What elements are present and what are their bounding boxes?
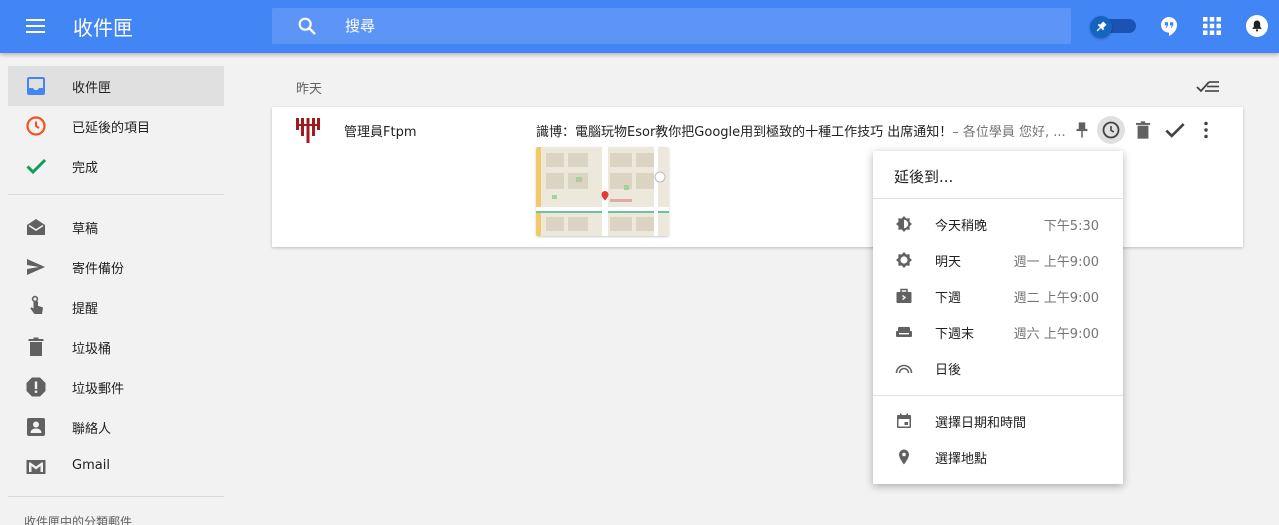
option-label: 下週末 — [935, 327, 975, 342]
tomorrow-sun-icon — [896, 252, 912, 268]
main-menu-button[interactable] — [22, 14, 50, 38]
sidebar-item-reminders[interactable]: 提醒 — [8, 287, 224, 327]
sidebar-item-label: 草稿 — [72, 222, 99, 237]
notifications-bell-icon[interactable] — [1245, 14, 1269, 38]
email-subject-line[interactable]: 識博：電腦玩物Esor教你把Google用到極致的十種工作技巧 出席通知！– 各… — [536, 121, 1066, 140]
mark-all-done-icon[interactable] — [1195, 74, 1221, 98]
option-label: 明天 — [935, 255, 962, 270]
more-options-icon[interactable] — [1193, 117, 1219, 143]
sidebar-item-contacts[interactable]: 聯絡人 — [8, 407, 224, 447]
sidebar-item-label: 完成 — [72, 161, 99, 176]
option-label: 選擇日期和時間 — [935, 416, 1027, 431]
sidebar-item-label: Gmail — [72, 458, 110, 473]
toggle-knob — [1090, 16, 1112, 38]
sidebar-item-label: 垃圾桶 — [72, 342, 112, 357]
sidebar-item-drafts[interactable]: 草稿 — [8, 207, 224, 247]
option-time: 週六 上午9:00 — [1013, 327, 1099, 342]
snooze-option-pick-date-time[interactable]: 選擇日期和時間 — [873, 403, 1123, 439]
date-group-label: 昨天 — [296, 82, 323, 97]
sidebar-item-label: 已延後的項目 — [72, 121, 151, 136]
sender-logo-icon — [296, 118, 320, 143]
sidebar-divider — [8, 194, 224, 195]
app-title: 收件匣 — [73, 16, 133, 40]
pin-icon — [1096, 21, 1107, 32]
sidebar-divider — [8, 496, 224, 497]
option-label: 日後 — [935, 363, 962, 378]
sidebar-item-snoozed[interactable]: 已延後的項目 — [8, 106, 224, 146]
inbox-icon — [27, 77, 45, 95]
email-subject: 識博：電腦玩物Esor教你把Google用到極致的十種工作技巧 出席通知！ — [536, 125, 953, 140]
snooze-option-later-today[interactable]: 今天稍晚 下午5:30 — [873, 206, 1123, 242]
snooze-menu-title: 延後到... — [894, 168, 954, 186]
menu-divider — [873, 198, 1123, 199]
mark-done-check-icon[interactable] — [1162, 117, 1188, 143]
pinned-toggle[interactable] — [1090, 16, 1136, 38]
sidebar-item-label: 聯絡人 — [72, 422, 112, 437]
spam-alert-icon — [26, 377, 46, 397]
briefcase-icon — [896, 288, 912, 303]
top-app-bar: 收件匣 — [0, 0, 1279, 53]
snooze-option-pick-place[interactable]: 選擇地點 — [873, 439, 1123, 475]
pin-icon[interactable] — [1069, 117, 1095, 143]
bundles-section-label: 收件匣中的分類郵件 — [24, 515, 133, 525]
sofa-icon — [896, 327, 912, 337]
apps-grid-icon[interactable] — [1200, 14, 1224, 38]
option-label: 下週 — [935, 291, 962, 306]
sidebar-item-label: 收件匣 — [72, 81, 112, 96]
snooze-option-next-weekend[interactable]: 下週末 週六 上午9:00 — [873, 314, 1123, 350]
send-icon — [27, 259, 45, 275]
search-icon[interactable] — [296, 15, 318, 37]
hamburger-line — [26, 31, 45, 33]
sidebar-item-spam[interactable]: 垃圾郵件 — [8, 367, 224, 407]
option-label: 選擇地點 — [935, 452, 988, 467]
sidebar-item-done[interactable]: 完成 — [8, 146, 224, 186]
reminder-finger-icon — [30, 295, 43, 314]
later-today-icon — [896, 216, 912, 232]
map-thumbnail-image[interactable] — [536, 147, 669, 236]
sidebar-item-sent[interactable]: 寄件備份 — [8, 247, 224, 287]
sidebar-item-label: 寄件備份 — [72, 262, 125, 277]
hangouts-icon[interactable] — [1157, 14, 1181, 38]
hamburger-line — [26, 25, 45, 27]
snooze-option-tomorrow[interactable]: 明天 週一 上午9:00 — [873, 242, 1123, 278]
gmail-icon — [26, 460, 46, 474]
clock-icon — [1102, 121, 1120, 139]
sidebar-item-trash[interactable]: 垃圾桶 — [8, 327, 224, 367]
contacts-icon — [27, 418, 45, 436]
hamburger-icon — [26, 19, 45, 21]
search-bar[interactable] — [272, 8, 1071, 44]
sidebar-item-label: 垃圾郵件 — [72, 382, 125, 397]
option-time: 週一 上午9:00 — [1013, 255, 1099, 270]
email-snippet: – 各位學員 您好, ... — [952, 125, 1066, 140]
snooze-menu: 延後到... 今天稍晚 下午5:30 明天 週一 上午9:00 下週 週二 上午… — [873, 151, 1123, 484]
snooze-option-next-week[interactable]: 下週 週二 上午9:00 — [873, 278, 1123, 314]
option-time: 下午5:30 — [1043, 219, 1099, 234]
trash-icon — [28, 337, 44, 356]
search-input[interactable] — [345, 8, 1045, 44]
option-label: 今天稍晚 — [935, 219, 988, 234]
sidebar-item-inbox[interactable]: 收件匣 — [8, 66, 224, 106]
checkmark-icon — [26, 158, 47, 175]
calendar-icon — [897, 413, 911, 428]
rainbow-icon — [895, 364, 913, 374]
snooze-option-someday[interactable]: 日後 — [873, 350, 1123, 386]
drafts-envelope-icon — [27, 219, 45, 235]
menu-divider — [873, 395, 1123, 396]
trash-icon[interactable] — [1130, 117, 1156, 143]
sidebar-item-gmail[interactable]: Gmail — [8, 447, 224, 487]
snooze-button[interactable] — [1097, 116, 1125, 144]
sidebar: 收件匣 已延後的項目 完成 草稿 寄件備份 提醒 垃圾桶 垃圾郵件 聯絡人 Gm… — [0, 53, 232, 525]
option-time: 週二 上午9:00 — [1013, 291, 1099, 306]
sidebar-item-label: 提醒 — [72, 302, 99, 317]
clock-icon — [26, 116, 46, 136]
email-sender[interactable]: 管理員Ftpm — [344, 121, 417, 140]
location-pin-icon — [899, 449, 909, 465]
